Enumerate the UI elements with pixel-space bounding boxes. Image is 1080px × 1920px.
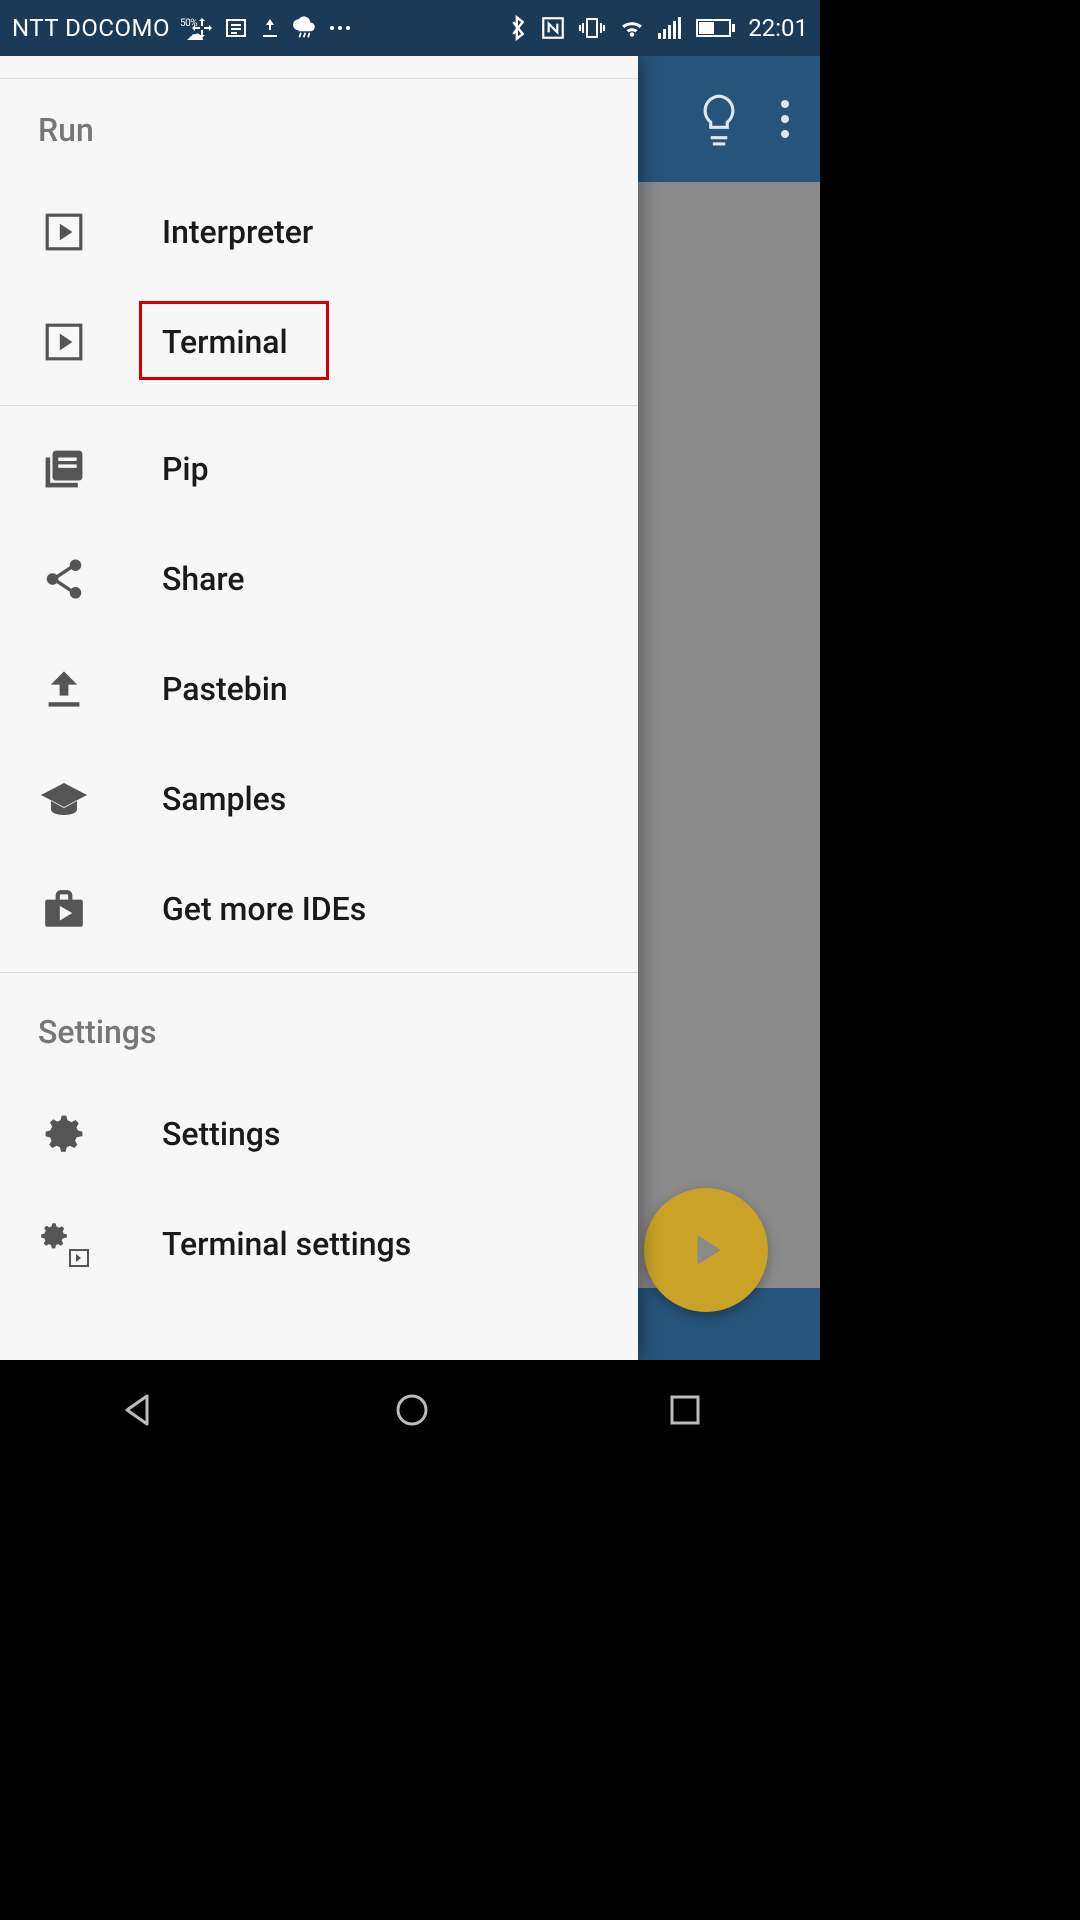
briefcase-play-icon bbox=[38, 883, 90, 935]
screen: NTT DOCOMO ☁50% bbox=[0, 0, 820, 1460]
library-icon bbox=[38, 443, 90, 495]
status-bar: NTT DOCOMO ☁50% bbox=[0, 0, 820, 56]
play-icon bbox=[685, 1229, 727, 1271]
menu-item-label: Share bbox=[162, 560, 245, 598]
news-icon bbox=[224, 16, 248, 40]
navigation-drawer: Run Interpreter Terminal Pip Share bbox=[0, 56, 638, 1360]
tip-icon[interactable] bbox=[698, 92, 740, 146]
menu-item-label: Settings bbox=[162, 1115, 280, 1153]
system-nav-bar bbox=[0, 1360, 820, 1460]
nav-recent-icon[interactable] bbox=[667, 1392, 703, 1428]
wifi-icon bbox=[618, 17, 646, 39]
battery-icon bbox=[696, 18, 736, 38]
download-icon bbox=[258, 16, 282, 40]
clock-label: 22:01 bbox=[748, 14, 808, 42]
more-notifications-icon bbox=[328, 24, 352, 32]
vibrate-icon bbox=[578, 15, 606, 41]
menu-item-samples[interactable]: Samples bbox=[0, 744, 638, 854]
section-header-settings: Settings bbox=[0, 981, 638, 1079]
divider bbox=[0, 972, 638, 973]
play-box-icon bbox=[38, 206, 90, 258]
carrier-label: NTT DOCOMO bbox=[12, 14, 170, 42]
menu-item-terminal[interactable]: Terminal bbox=[0, 287, 638, 397]
signal-icon bbox=[658, 17, 684, 39]
menu-item-pip[interactable]: Pip bbox=[0, 414, 638, 524]
section-header-run: Run bbox=[0, 79, 638, 177]
menu-item-settings[interactable]: Settings bbox=[0, 1079, 638, 1189]
menu-item-terminal-settings[interactable]: Terminal settings bbox=[0, 1189, 638, 1299]
rain-icon bbox=[292, 15, 318, 41]
menu-item-share[interactable]: Share bbox=[0, 524, 638, 634]
gear-terminal-icon bbox=[38, 1218, 90, 1270]
bluetooth-icon bbox=[508, 15, 528, 41]
play-box-icon bbox=[38, 316, 90, 368]
nfc-icon bbox=[540, 15, 566, 41]
menu-item-label: Pip bbox=[162, 450, 209, 488]
menu-item-get-more-ides[interactable]: Get more IDEs bbox=[0, 854, 638, 964]
run-fab[interactable] bbox=[644, 1188, 768, 1312]
menu-item-label: Terminal settings bbox=[162, 1225, 411, 1263]
menu-item-label: Samples bbox=[162, 780, 286, 818]
menu-item-label: Get more IDEs bbox=[162, 890, 366, 928]
nav-home-icon[interactable] bbox=[392, 1390, 432, 1430]
nav-back-icon[interactable] bbox=[117, 1390, 157, 1430]
overflow-menu-icon[interactable] bbox=[780, 99, 790, 139]
upload-icon bbox=[38, 663, 90, 715]
gear-icon bbox=[38, 1108, 90, 1160]
menu-item-label: Interpreter bbox=[162, 213, 313, 251]
menu-item-pastebin[interactable]: Pastebin bbox=[0, 634, 638, 744]
divider bbox=[0, 405, 638, 406]
menu-item-label: Pastebin bbox=[162, 670, 288, 708]
share-icon bbox=[38, 553, 90, 605]
menu-item-interpreter[interactable]: Interpreter bbox=[0, 177, 638, 287]
menu-item-label: Terminal bbox=[162, 323, 288, 361]
school-icon bbox=[38, 773, 90, 825]
